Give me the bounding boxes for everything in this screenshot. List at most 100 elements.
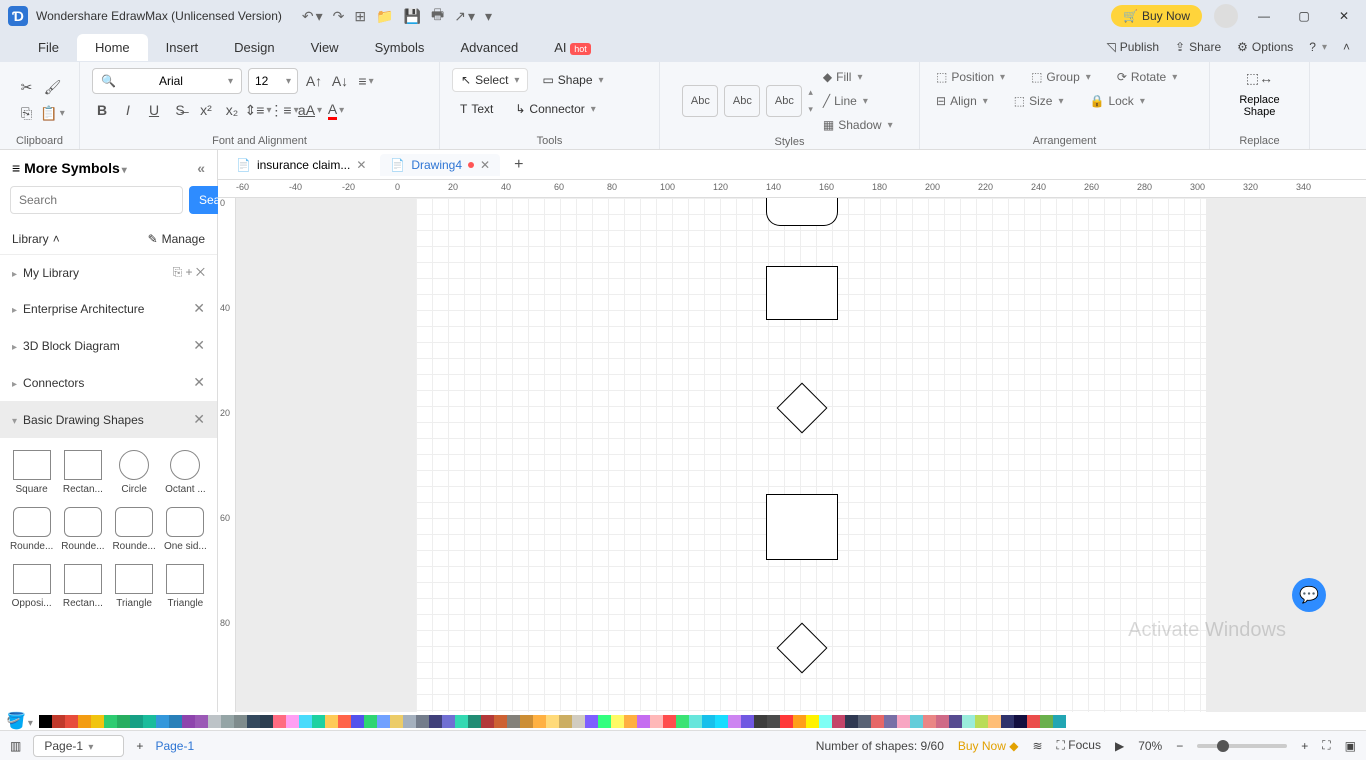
color-swatch[interactable]	[1014, 715, 1027, 728]
italic-icon[interactable]: I	[118, 100, 138, 120]
publish-button[interactable]: ◹ Publish	[1106, 40, 1159, 54]
color-swatch[interactable]	[1001, 715, 1014, 728]
lib-category-3[interactable]: ▸Connectors✕	[0, 364, 217, 401]
collapse-ribbon-icon[interactable]: ˄	[1343, 40, 1350, 54]
tab-insurance[interactable]: 📄 insurance claim... ✕	[226, 154, 376, 176]
share-button[interactable]: ⇪ Share	[1175, 40, 1221, 54]
color-swatch[interactable]	[897, 715, 910, 728]
align-button[interactable]: ⊟ Align▾	[932, 92, 992, 110]
color-swatch[interactable]	[806, 715, 819, 728]
fill-button[interactable]: ◆ Fill▾	[819, 68, 867, 86]
bullet-list-icon[interactable]: ⋮≡▾	[274, 100, 294, 120]
focus-button[interactable]: ⛶ Focus	[1057, 738, 1101, 753]
export-icon[interactable]: ↗▾	[454, 8, 475, 25]
color-swatch[interactable]	[884, 715, 897, 728]
new-icon[interactable]: ⊞	[354, 8, 366, 25]
color-swatch[interactable]	[273, 715, 286, 728]
menu-advanced[interactable]: Advanced	[442, 34, 536, 61]
lib-category-0[interactable]: ▸My Library⎘ + ✕	[0, 255, 217, 290]
color-swatch[interactable]	[507, 715, 520, 728]
shape-thumb-11[interactable]: Triangle	[162, 560, 209, 613]
shape-thumb-2[interactable]: Circle	[111, 446, 158, 499]
maximize-button[interactable]: ▢	[1290, 9, 1318, 23]
color-swatch[interactable]	[637, 715, 650, 728]
menu-home[interactable]: Home	[77, 34, 148, 61]
color-swatch[interactable]	[598, 715, 611, 728]
color-swatch[interactable]	[962, 715, 975, 728]
shape-thumb-0[interactable]: Square	[8, 446, 55, 499]
fill-bucket-icon[interactable]: 🪣▾	[6, 711, 33, 731]
color-swatch[interactable]	[819, 715, 832, 728]
align-paragraph-icon[interactable]: ≡▾	[356, 71, 376, 91]
color-swatch[interactable]	[468, 715, 481, 728]
color-swatch[interactable]	[455, 715, 468, 728]
close-tab-icon[interactable]: ✕	[356, 158, 366, 172]
color-swatch[interactable]	[624, 715, 637, 728]
color-swatch[interactable]	[156, 715, 169, 728]
superscript-icon[interactable]: x²	[196, 100, 216, 120]
replace-shape-icon[interactable]: ⬚↔	[1249, 68, 1269, 88]
open-icon[interactable]: 📁	[376, 8, 393, 25]
shape-thumb-7[interactable]: One sid...	[162, 503, 209, 556]
text-tool[interactable]: T Text	[452, 98, 501, 120]
redo-icon[interactable]: ↷	[333, 8, 345, 25]
color-swatch[interactable]	[1053, 715, 1066, 728]
color-swatch[interactable]	[169, 715, 182, 728]
shape-thumb-5[interactable]: Rounde...	[59, 503, 106, 556]
lib-category-2[interactable]: ▸3D Block Diagram✕	[0, 327, 217, 364]
color-swatch[interactable]	[338, 715, 351, 728]
copy-icon[interactable]: ⎘	[17, 104, 37, 124]
zoom-slider[interactable]	[1197, 744, 1287, 748]
select-tool[interactable]: ↖ Select▾	[452, 68, 528, 92]
menu-symbols[interactable]: Symbols	[357, 34, 443, 61]
color-swatch[interactable]	[442, 715, 455, 728]
color-swatch[interactable]	[78, 715, 91, 728]
terminator-shape[interactable]	[766, 198, 838, 226]
color-swatch[interactable]	[650, 715, 663, 728]
font-name-select[interactable]: 🔍 Arial ▾	[92, 68, 242, 94]
color-swatch[interactable]	[676, 715, 689, 728]
add-page-button[interactable]: +	[136, 739, 143, 753]
color-swatch[interactable]	[728, 715, 741, 728]
page[interactable]	[416, 198, 1206, 712]
close-tab-icon[interactable]: ✕	[480, 158, 490, 172]
strike-icon[interactable]: S̶	[170, 100, 190, 120]
page-tab[interactable]: Page-1	[155, 739, 194, 753]
color-swatch[interactable]	[949, 715, 962, 728]
color-swatch[interactable]	[611, 715, 624, 728]
color-swatch[interactable]	[702, 715, 715, 728]
page-list-icon[interactable]: ▥	[10, 739, 21, 753]
color-swatch[interactable]	[91, 715, 104, 728]
clear-format-icon[interactable]: aA▾	[300, 100, 320, 120]
color-swatch[interactable]	[260, 715, 273, 728]
color-swatch[interactable]	[65, 715, 78, 728]
add-tab-button[interactable]: +	[504, 156, 533, 174]
color-swatch[interactable]	[910, 715, 923, 728]
color-swatch[interactable]	[247, 715, 260, 728]
shape-thumb-1[interactable]: Rectan...	[59, 446, 106, 499]
color-swatch[interactable]	[403, 715, 416, 728]
color-swatch[interactable]	[689, 715, 702, 728]
color-swatch[interactable]	[663, 715, 676, 728]
color-swatch[interactable]	[975, 715, 988, 728]
fullscreen-icon[interactable]: ▣	[1345, 739, 1356, 753]
color-swatch[interactable]	[533, 715, 546, 728]
shape-thumb-10[interactable]: Triangle	[111, 560, 158, 613]
layers-icon[interactable]: ≋	[1032, 739, 1042, 753]
menu-insert[interactable]: Insert	[148, 34, 217, 61]
color-swatch[interactable]	[559, 715, 572, 728]
zoom-in[interactable]: +	[1301, 739, 1308, 753]
color-swatch[interactable]	[845, 715, 858, 728]
color-swatch[interactable]	[130, 715, 143, 728]
size-button[interactable]: ⬚ Size▾	[1010, 92, 1068, 110]
shape-thumb-8[interactable]: Opposi...	[8, 560, 55, 613]
color-swatch[interactable]	[936, 715, 949, 728]
save-icon[interactable]: 💾	[404, 8, 421, 25]
cut-icon[interactable]: ✂	[17, 78, 37, 98]
lib-category-4[interactable]: ▾Basic Drawing Shapes✕	[0, 401, 217, 438]
color-swatch[interactable]	[117, 715, 130, 728]
rotate-button[interactable]: ⟳ Rotate▾	[1113, 68, 1181, 86]
zoom-out[interactable]: −	[1176, 739, 1183, 753]
page-selector[interactable]: Page-1 ▾	[33, 735, 124, 757]
shape-thumb-9[interactable]: Rectan...	[59, 560, 106, 613]
